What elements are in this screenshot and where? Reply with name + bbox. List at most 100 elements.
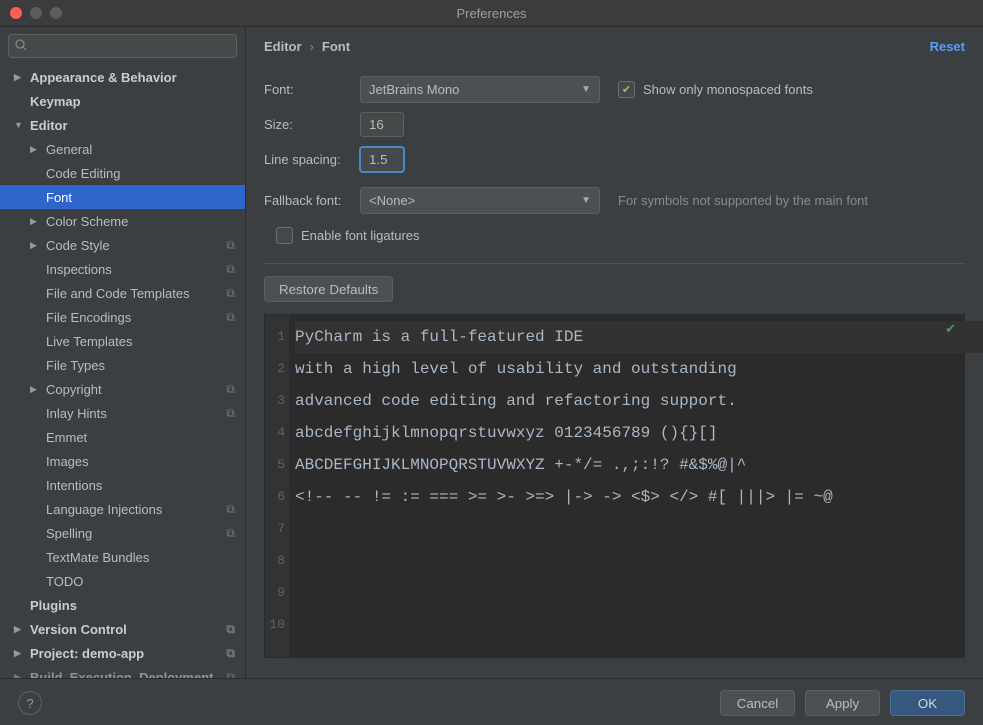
tree-build[interactable]: ▶Build, Execution, Deployment⧉: [0, 665, 245, 678]
tree-label: Font: [46, 190, 72, 205]
size-input[interactable]: [360, 112, 404, 137]
tree-label: Language Injections: [46, 502, 162, 517]
scope-icon: ⧉: [226, 526, 235, 541]
tree-label: Inlay Hints: [46, 406, 107, 421]
tree-project[interactable]: ▶Project: demo-app⧉: [0, 641, 245, 665]
tree-label: Color Scheme: [46, 214, 128, 229]
ligatures-label: Enable font ligatures: [301, 228, 420, 243]
code-preview: PyCharm is a full-featured IDEwith a hig…: [295, 321, 983, 513]
tree-intentions[interactable]: Intentions: [0, 473, 245, 497]
apply-button[interactable]: Apply: [805, 690, 880, 716]
tree-label: Version Control: [30, 622, 127, 637]
tree-label: Inspections: [46, 262, 112, 277]
tree-images[interactable]: Images: [0, 449, 245, 473]
crumb-a[interactable]: Editor: [264, 39, 302, 54]
tree-label: Editor: [30, 118, 68, 133]
tree-font[interactable]: Font: [0, 185, 245, 209]
tree-label: Intentions: [46, 478, 102, 493]
tree-file-types[interactable]: File Types: [0, 353, 245, 377]
scope-icon: ⧉: [226, 646, 235, 661]
gutter: 12345678910: [265, 315, 289, 657]
tree-color-scheme[interactable]: ▶Color Scheme: [0, 209, 245, 233]
breadcrumb: Editor›Font: [264, 39, 350, 54]
tree-version-control[interactable]: ▶Version Control⧉: [0, 617, 245, 641]
tree-label: Copyright: [46, 382, 102, 397]
line-spacing-input[interactable]: [360, 147, 404, 172]
tree-live-templates[interactable]: Live Templates: [0, 329, 245, 353]
tree-code-style[interactable]: ▶Code Style⧉: [0, 233, 245, 257]
ligatures-checkbox[interactable]: [276, 227, 293, 244]
crumb-b: Font: [322, 39, 350, 54]
reset-link[interactable]: Reset: [930, 39, 965, 54]
tree-appearance[interactable]: ▶Appearance & Behavior: [0, 65, 245, 89]
ok-button[interactable]: OK: [890, 690, 965, 716]
font-label: Font:: [264, 82, 360, 97]
search-input[interactable]: [8, 34, 237, 58]
fallback-label: Fallback font:: [264, 193, 360, 208]
chevron-down-icon: ▼: [581, 195, 591, 206]
tree-editor[interactable]: ▼Editor: [0, 113, 245, 137]
scope-icon: ⧉: [226, 670, 235, 679]
font-dropdown[interactable]: JetBrains Mono ▼: [360, 76, 600, 103]
tree-label: Build, Execution, Deployment: [30, 670, 213, 679]
search-icon: [15, 39, 27, 54]
show-mono-checkbox[interactable]: ✔: [618, 81, 635, 98]
tree-label: Appearance & Behavior: [30, 70, 177, 85]
tree-textmate[interactable]: TextMate Bundles: [0, 545, 245, 569]
footer: ? Cancel Apply OK: [0, 678, 983, 725]
tree-inspections[interactable]: Inspections ⧉: [0, 257, 245, 281]
max-dot[interactable]: [50, 7, 62, 19]
scope-icon: ⧉: [226, 406, 235, 421]
sidebar: ▶Appearance & Behavior Keymap ▼Editor ▶G…: [0, 27, 246, 678]
tree-file-code-templates[interactable]: File and Code Templates⧉: [0, 281, 245, 305]
tree-copyright[interactable]: ▶Copyright⧉: [0, 377, 245, 401]
tree-label: Project: demo-app: [30, 646, 144, 661]
tree-label: Keymap: [30, 94, 81, 109]
tree-label: Live Templates: [46, 334, 132, 349]
tree-label: File Types: [46, 358, 105, 373]
tree-code-editing[interactable]: Code Editing: [0, 161, 245, 185]
line-spacing-label: Line spacing:: [264, 152, 360, 167]
close-dot[interactable]: [10, 7, 22, 19]
window-title: Preferences: [456, 6, 526, 21]
tree-plugins[interactable]: Plugins: [0, 593, 245, 617]
min-dot[interactable]: [30, 7, 42, 19]
tree-keymap[interactable]: Keymap: [0, 89, 245, 113]
scope-icon: ⧉: [226, 262, 235, 277]
size-label: Size:: [264, 117, 360, 132]
chevron-down-icon: ▼: [581, 84, 591, 95]
fallback-dropdown[interactable]: <None> ▼: [360, 187, 600, 214]
tree-todo[interactable]: TODO: [0, 569, 245, 593]
check-icon: ✔: [945, 321, 956, 337]
tree-emmet[interactable]: Emmet: [0, 425, 245, 449]
scope-icon: ⧉: [226, 502, 235, 517]
tree-label: Code Editing: [46, 166, 120, 181]
show-mono-label: Show only monospaced fonts: [643, 82, 813, 97]
settings-tree: ▶Appearance & Behavior Keymap ▼Editor ▶G…: [0, 65, 245, 678]
tree-label: File Encodings: [46, 310, 131, 325]
tree-label: Plugins: [30, 598, 77, 613]
scope-icon: ⧉: [226, 310, 235, 325]
font-preview: 12345678910 PyCharm is a full-featured I…: [264, 314, 965, 658]
tree-label: Emmet: [46, 430, 87, 445]
fallback-value: <None>: [369, 193, 415, 208]
tree-label: File and Code Templates: [46, 286, 190, 301]
tree-spelling[interactable]: Spelling⧉: [0, 521, 245, 545]
help-button[interactable]: ?: [18, 691, 42, 715]
tree-language-injections[interactable]: Language Injections ⧉: [0, 497, 245, 521]
fallback-hint: For symbols not supported by the main fo…: [618, 193, 868, 208]
cancel-button[interactable]: Cancel: [720, 690, 795, 716]
tree-inlay-hints[interactable]: Inlay Hints ⧉: [0, 401, 245, 425]
tree-label: Code Style: [46, 238, 110, 253]
scope-icon: ⧉: [226, 238, 235, 253]
restore-defaults-button[interactable]: Restore Defaults: [264, 276, 393, 302]
scope-icon: ⧉: [226, 622, 235, 637]
tree-general[interactable]: ▶General: [0, 137, 245, 161]
scope-icon: ⧉: [226, 382, 235, 397]
tree-label: TODO: [46, 574, 83, 589]
tree-label: TextMate Bundles: [46, 550, 149, 565]
tree-label: Images: [46, 454, 89, 469]
font-value: JetBrains Mono: [369, 82, 459, 97]
main-panel: Editor›Font Reset Font: JetBrains Mono ▼…: [246, 27, 983, 678]
tree-file-encodings[interactable]: File Encodings ⧉: [0, 305, 245, 329]
